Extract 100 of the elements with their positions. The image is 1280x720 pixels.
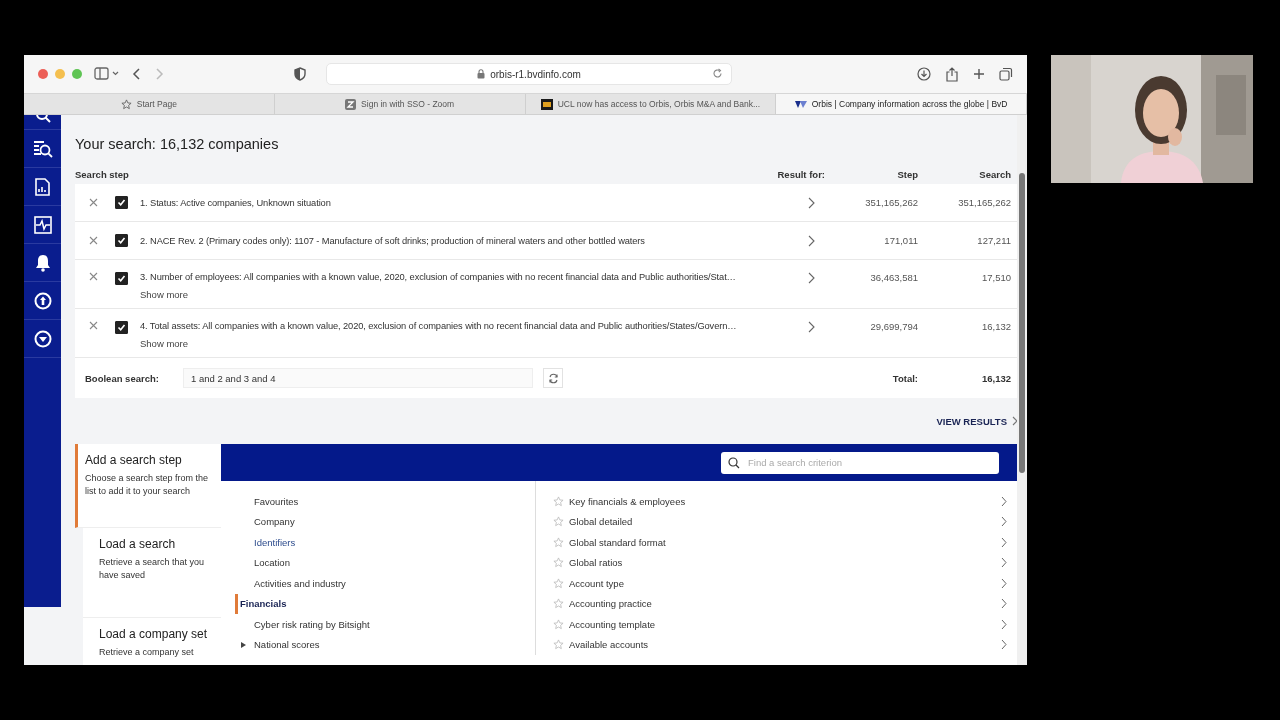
- criterion-item[interactable]: Global ratios: [536, 552, 1007, 573]
- address-bar[interactable]: orbis-r1.bvdinfo.com: [326, 63, 732, 85]
- sidebar-toggle-icon[interactable]: [94, 67, 120, 81]
- bell-icon[interactable]: [34, 253, 51, 272]
- option-card[interactable]: Load a search Retrieve a search that you have saved: [83, 528, 221, 618]
- chevron-right-icon: [1001, 598, 1007, 610]
- chevron-right-icon[interactable]: [808, 321, 815, 333]
- category-item[interactable]: National scores: [235, 634, 535, 655]
- column-header: Search step: [75, 168, 130, 180]
- favourite-star-icon[interactable]: [553, 577, 564, 589]
- reload-icon[interactable]: [712, 68, 723, 79]
- step-description[interactable]: 1. Status: Active companies, Unknown situation: [140, 197, 798, 208]
- step-count: 171,011: [883, 235, 918, 246]
- remove-icon[interactable]: [89, 272, 98, 281]
- chevron-right-icon: [1001, 557, 1007, 569]
- upload-circle-icon[interactable]: [33, 291, 52, 310]
- favourite-star-icon[interactable]: [553, 557, 564, 569]
- orbis-favicon-icon: [794, 99, 807, 109]
- step-count: 36,463,581: [869, 272, 918, 283]
- option-card[interactable]: Add a search step Choose a search step from the list to add it to your search: [75, 444, 221, 528]
- favourite-star-icon[interactable]: [553, 495, 564, 507]
- column-header: Search: [978, 168, 1011, 180]
- chevron-right-icon[interactable]: [808, 196, 815, 209]
- criterion-item[interactable]: Global standard format: [536, 532, 1007, 553]
- criterion-item[interactable]: Accounting template: [536, 614, 1007, 635]
- chevron-right-icon: [1001, 516, 1007, 528]
- step-count: 29,699,794: [869, 321, 918, 332]
- chevron-right-icon[interactable]: [808, 234, 815, 247]
- back-icon[interactable]: [132, 67, 142, 81]
- category-item[interactable]: Company: [235, 511, 535, 532]
- criterion-item[interactable]: Global detailed: [536, 511, 1007, 532]
- favourite-star-icon[interactable]: [553, 516, 564, 528]
- criterion-item[interactable]: Available accounts: [536, 634, 1007, 655]
- step-checkbox[interactable]: [115, 234, 128, 247]
- remove-icon[interactable]: [89, 236, 98, 245]
- category-item[interactable]: Cyber risk rating by Bitsight: [235, 614, 535, 635]
- list-search-icon[interactable]: [32, 139, 53, 158]
- browser-tab[interactable]: Orbis | Company information across the globe | BvD: [776, 94, 1027, 114]
- download-icon[interactable]: [917, 67, 931, 81]
- search-count: 127,211: [976, 235, 1011, 246]
- remove-icon[interactable]: [89, 198, 98, 207]
- shield-icon[interactable]: [294, 67, 306, 81]
- column-header: Step: [896, 168, 918, 180]
- card-description: Retrieve a search that you have saved: [99, 556, 206, 582]
- checkmark-icon: [117, 198, 126, 207]
- search-count: 16,132: [980, 321, 1011, 332]
- criterion-item[interactable]: Account type: [536, 573, 1007, 594]
- show-more-link[interactable]: Show more: [140, 289, 798, 300]
- criterion-item[interactable]: Key financials & employees: [536, 491, 1007, 512]
- category-item[interactable]: Location: [235, 552, 535, 573]
- close-window-button[interactable]: [38, 69, 48, 79]
- step-description[interactable]: 3. Number of employees: All companies with a known value, 2020, exclusion of companies with no recent financial data and Public authorities/Stat…: [140, 272, 798, 282]
- new-tab-icon[interactable]: [973, 68, 985, 80]
- boolean-search-field[interactable]: 1 and 2 and 3 and 4: [183, 368, 533, 388]
- category-item[interactable]: Favourites: [235, 491, 535, 512]
- card-title: Load a search: [99, 537, 177, 551]
- refresh-button[interactable]: [543, 368, 563, 388]
- boolean-search-label: Boolean search:: [85, 372, 160, 384]
- checkmark-icon: [117, 323, 126, 332]
- download-circle-icon[interactable]: [33, 329, 52, 348]
- ucl-favicon-icon: [540, 98, 553, 110]
- browser-tab[interactable]: Start Page: [24, 94, 275, 114]
- expand-icon[interactable]: [241, 641, 246, 648]
- criterion-item[interactable]: Accounting practice: [536, 593, 1007, 614]
- favourite-star-icon[interactable]: [553, 618, 564, 630]
- step-count: 351,165,262: [864, 197, 918, 208]
- browser-tab[interactable]: Sign in with SSO - Zoom: [274, 94, 526, 114]
- report-icon[interactable]: [35, 177, 50, 196]
- category-item[interactable]: Identifiers: [235, 532, 535, 553]
- step-checkbox[interactable]: [115, 196, 128, 209]
- scrollbar[interactable]: [1017, 115, 1027, 665]
- share-icon[interactable]: [945, 66, 959, 82]
- favourite-star-icon[interactable]: [553, 598, 564, 610]
- card-description: Retrieve a company set: [99, 646, 195, 659]
- category-item[interactable]: Activities and industry: [235, 573, 535, 594]
- category-item[interactable]: Financials: [235, 593, 535, 614]
- step-checkbox[interactable]: [115, 321, 128, 334]
- chevron-right-icon: [1001, 618, 1007, 630]
- step-description[interactable]: 2. NACE Rev. 2 (Primary codes only): 1107 - Manufacture of soft drinks; production of mineral waters and other bottled waters: [140, 235, 798, 246]
- search-count: 17,510: [980, 272, 1011, 283]
- checkmark-icon: [117, 274, 126, 283]
- favourite-star-icon[interactable]: [553, 639, 564, 651]
- step-checkbox[interactable]: [115, 272, 128, 285]
- step-description[interactable]: 4. Total assets: All companies with a known value, 2020, exclusion of companies with no recent financial data and Public authorities/States/Govern…: [140, 321, 798, 331]
- zoom-favicon-icon: [345, 98, 357, 110]
- remove-icon[interactable]: [89, 321, 98, 330]
- search-count: 351,165,262: [957, 197, 1011, 208]
- column-header: Result for:: [776, 168, 825, 180]
- criterion-search-field[interactable]: Find a search criterion: [721, 451, 999, 474]
- tab-overview-icon[interactable]: [999, 67, 1013, 81]
- card-description: Choose a search step from the list to add it to your search: [85, 472, 210, 498]
- chevron-right-icon[interactable]: [808, 272, 815, 284]
- refresh-icon: [547, 372, 559, 384]
- chevron-right-icon: [1001, 536, 1007, 548]
- pulse-icon[interactable]: [33, 215, 52, 234]
- checkmark-icon: [117, 236, 126, 245]
- search-title: Your search: 16,132 companies: [75, 135, 280, 154]
- option-card[interactable]: Load a company set Retrieve a company set: [83, 618, 221, 665]
- favourite-star-icon[interactable]: [553, 536, 564, 548]
- show-more-link[interactable]: Show more: [140, 338, 798, 349]
